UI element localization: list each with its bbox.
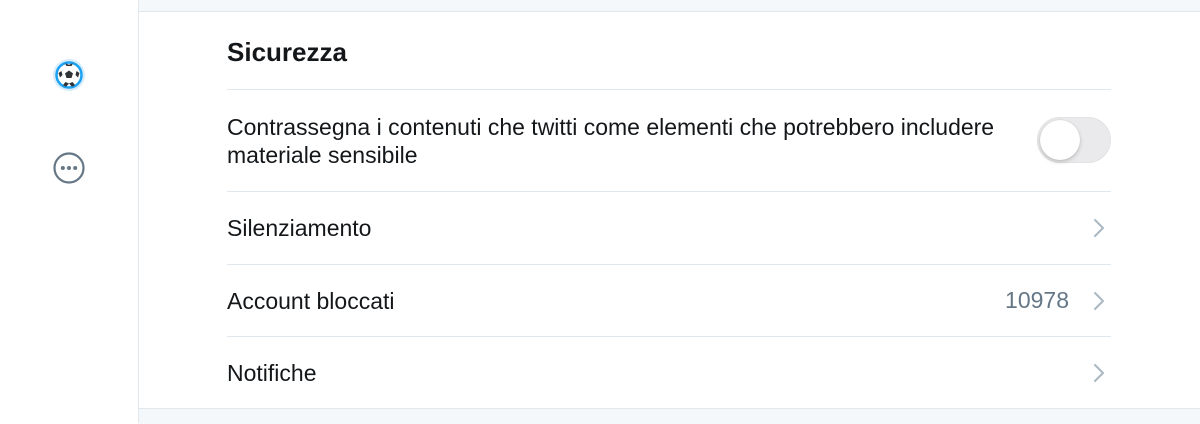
more-ellipsis-icon	[53, 152, 85, 184]
blocked-accounts-row[interactable]: Account bloccati 10978	[227, 264, 1111, 336]
bottom-divider-band	[139, 408, 1200, 424]
sensitive-content-toggle[interactable]	[1037, 117, 1111, 163]
chevron-right-icon	[1091, 362, 1107, 384]
blocked-accounts-count: 10978	[1005, 287, 1069, 313]
toggle-knob	[1040, 120, 1080, 160]
section-title: Sicurezza	[227, 37, 347, 67]
chevron-right-icon	[1091, 290, 1107, 312]
settings-panel: Sicurezza Contrassegna i contenuti che t…	[139, 0, 1200, 424]
more-button[interactable]	[52, 151, 86, 185]
sensitive-content-row[interactable]: Contrassegna i contenuti che twitti come…	[227, 89, 1111, 191]
notifications-label: Notifiche	[227, 359, 317, 386]
top-divider-band	[139, 0, 1200, 12]
sensitive-content-label: Contrassegna i contenuti che twitti come…	[227, 113, 995, 168]
blocked-accounts-label: Account bloccati	[227, 287, 395, 314]
soccer-ball-icon	[53, 59, 85, 91]
profile-avatar[interactable]	[52, 58, 86, 92]
muting-row[interactable]: Silenziamento	[227, 191, 1111, 264]
muting-label: Silenziamento	[227, 215, 372, 241]
sidebar	[0, 0, 139, 423]
chevron-right-icon	[1091, 217, 1107, 239]
notifications-row[interactable]: Notifiche	[227, 336, 1111, 408]
